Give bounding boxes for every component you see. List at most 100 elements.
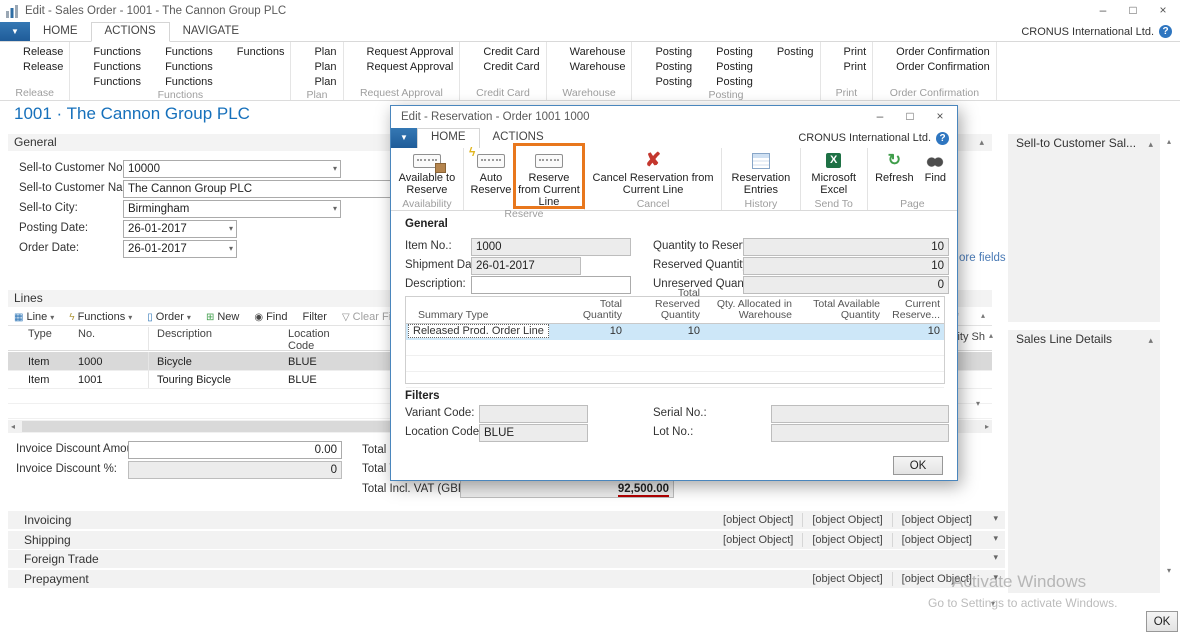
reservation-entries-button[interactable]: Reservation Entries bbox=[726, 148, 796, 196]
order-date-input[interactable]: 26-01-2017 bbox=[123, 240, 237, 258]
ribbon-button[interactable]: Posting bbox=[699, 59, 753, 74]
ribbon-button[interactable]: Functions bbox=[148, 44, 213, 59]
ribbon-button[interactable]: Plan bbox=[297, 74, 336, 89]
main-ok-button[interactable]: OK bbox=[1146, 611, 1178, 632]
expand-chevron-icon[interactable] bbox=[993, 572, 998, 583]
expand-chevron-icon[interactable] bbox=[993, 533, 998, 544]
dropdown-icon[interactable] bbox=[229, 221, 233, 237]
factbox-header[interactable]: Sell-to Customer Sal... bbox=[1008, 134, 1160, 152]
ribbon-button-label: Functions bbox=[237, 46, 285, 58]
ribbon-button[interactable]: Warehouse bbox=[553, 44, 626, 59]
ribbon-button[interactable]: Print bbox=[827, 59, 867, 74]
refresh-button[interactable]: Refresh bbox=[872, 148, 916, 184]
sell-to-customer-no-input[interactable]: 10000 bbox=[123, 160, 341, 178]
fasttab-header[interactable]: Shipping [object Object][object Object][… bbox=[8, 531, 1005, 549]
ribbon-button[interactable]: Print bbox=[827, 44, 867, 59]
fasttab-header[interactable]: Prepayment [object Object][object Object… bbox=[8, 570, 1005, 588]
ribbon-button[interactable]: Request Approval bbox=[350, 59, 454, 74]
ribbon-button[interactable]: Plan bbox=[297, 59, 336, 74]
factbox-header[interactable]: Sales Line Details bbox=[1008, 330, 1160, 348]
ribbon-button[interactable]: Order Confirmation bbox=[879, 44, 990, 59]
fasttab-header[interactable]: Invoicing [object Object][object Object]… bbox=[8, 511, 1005, 529]
sell-to-city-input[interactable]: Birmingham bbox=[123, 200, 341, 218]
help-icon[interactable] bbox=[1159, 25, 1172, 38]
ribbon-button[interactable]: Release bbox=[6, 44, 63, 59]
ribbon-button[interactable]: Plan bbox=[297, 44, 336, 59]
ribbon-button[interactable]: Release bbox=[6, 59, 63, 74]
fasttab-header[interactable]: Foreign Trade bbox=[8, 550, 1005, 568]
dropdown-icon[interactable] bbox=[333, 161, 337, 177]
description-input[interactable] bbox=[471, 276, 631, 294]
sidebar-scroll-down-icon[interactable]: ▾ bbox=[1167, 566, 1171, 575]
reserve-from-current-line-button[interactable]: Reserve from Current Line bbox=[517, 148, 581, 208]
dialog-minimize-button[interactable]: – bbox=[865, 106, 895, 128]
summary-type-cell[interactable]: Released Prod. Order Line bbox=[408, 324, 549, 338]
sidebar-scroll-up-icon[interactable]: ▴ bbox=[1167, 137, 1171, 146]
ribbon-button[interactable]: Functions bbox=[220, 44, 285, 59]
fasttab-summary-value: [object Object] bbox=[892, 533, 981, 547]
ribbon-button[interactable]: Posting bbox=[638, 74, 692, 89]
ribbon-tab[interactable]: NAVIGATE bbox=[170, 22, 252, 41]
help-icon[interactable] bbox=[936, 132, 949, 145]
lines-scroll-down-icon[interactable]: ▾ bbox=[976, 399, 980, 408]
expand-chevron-icon[interactable] bbox=[993, 552, 998, 563]
ribbon-tab[interactable]: ACTIONS bbox=[91, 22, 170, 42]
ribbon-button[interactable]: Posting bbox=[638, 59, 692, 74]
summary-table-row[interactable]: Released Prod. Order Line 10 10 10 bbox=[406, 324, 944, 340]
ribbon-button[interactable]: Functions bbox=[76, 44, 141, 59]
dropdown-icon[interactable] bbox=[333, 201, 337, 217]
invoice-discount-amount-input[interactable]: 0.00 bbox=[128, 441, 342, 459]
dialog-close-button[interactable]: × bbox=[925, 106, 955, 128]
collapse-icon[interactable] bbox=[1148, 331, 1153, 349]
ribbon-button[interactable]: Credit Card bbox=[466, 59, 539, 74]
auto-reserve-button[interactable]: Auto Reserve bbox=[467, 148, 515, 196]
ribbon-button[interactable]: Warehouse bbox=[553, 59, 626, 74]
ribbon-button[interactable]: Posting bbox=[760, 44, 814, 59]
expand-chevron-icon[interactable] bbox=[993, 513, 998, 524]
ribbon-button[interactable]: Posting bbox=[699, 74, 753, 89]
application-menu-button[interactable]: ▼ bbox=[0, 22, 30, 41]
lines-toolbar-button[interactable]: ▯ Order bbox=[147, 311, 191, 323]
dialog-maximize-button[interactable]: □ bbox=[895, 106, 925, 128]
maximize-button[interactable]: □ bbox=[1118, 0, 1148, 22]
ribbon-button[interactable]: Posting bbox=[699, 44, 753, 59]
dialog-ribbon-tab[interactable]: ACTIONS bbox=[480, 128, 557, 148]
ribbon-button[interactable]: Functions bbox=[148, 74, 213, 89]
lines-scroll-up-icon[interactable]: ▴ bbox=[989, 331, 993, 340]
ribbon-button[interactable]: Credit Card bbox=[466, 44, 539, 59]
microsoft-excel-button[interactable]: Microsoft Excel bbox=[805, 148, 863, 196]
lines-toolbar-button[interactable]: ϟ Functions bbox=[69, 311, 132, 323]
scroll-left-icon[interactable]: ◂ bbox=[11, 422, 15, 431]
available-to-reserve-button[interactable]: Available to Reserve bbox=[395, 148, 459, 196]
factbox-row bbox=[1008, 287, 1160, 302]
ribbon-button[interactable]: Posting bbox=[638, 44, 692, 59]
scroll-right-icon[interactable]: ▸ bbox=[985, 422, 989, 431]
lines-toolbar-button[interactable]: Filter bbox=[302, 311, 326, 323]
dropdown-icon[interactable] bbox=[229, 241, 233, 257]
ribbon-button[interactable]: Functions bbox=[148, 59, 213, 74]
show-more-fields-link-fragment[interactable]: ore fields bbox=[959, 252, 1006, 264]
lines-toolbar-button[interactable]: ◉ Find bbox=[254, 311, 287, 323]
collapse-icon[interactable] bbox=[1148, 135, 1153, 153]
ribbon-button[interactable]: Request Approval bbox=[350, 44, 454, 59]
ribbon-button[interactable]: Functions bbox=[76, 74, 141, 89]
dropdown-caret-icon bbox=[187, 313, 191, 322]
find-button[interactable]: Find bbox=[918, 148, 952, 184]
lines-collapse-icon[interactable]: ▴ bbox=[981, 311, 985, 320]
ribbon-button[interactable]: Functions bbox=[76, 59, 141, 74]
lines-toolbar-button[interactable]: ▦ Line bbox=[14, 311, 54, 323]
lines-toolbar-button[interactable]: ⊞ New bbox=[206, 311, 239, 323]
dialog-application-menu-button[interactable]: ▼ bbox=[391, 128, 417, 148]
page-scroll-down-icon[interactable]: ▾ bbox=[991, 599, 995, 608]
ribbon-button[interactable]: Order Confirmation bbox=[879, 59, 990, 74]
cancel-reservation-button[interactable]: Cancel Reservation from Current Line bbox=[588, 148, 718, 196]
reservation-summary-table: Summary Type Total Quantity Total Reserv… bbox=[405, 296, 945, 384]
factbox-row bbox=[1008, 453, 1160, 468]
sell-to-customer-name-input[interactable]: The Cannon Group PLC bbox=[123, 180, 395, 198]
dialog-ok-button[interactable]: OK bbox=[893, 456, 943, 475]
collapse-icon[interactable] bbox=[979, 134, 984, 151]
posting-date-input[interactable]: 26-01-2017 bbox=[123, 220, 237, 238]
ribbon-tab[interactable]: HOME bbox=[30, 22, 91, 41]
close-button[interactable]: × bbox=[1148, 0, 1178, 22]
minimize-button[interactable]: – bbox=[1088, 0, 1118, 22]
